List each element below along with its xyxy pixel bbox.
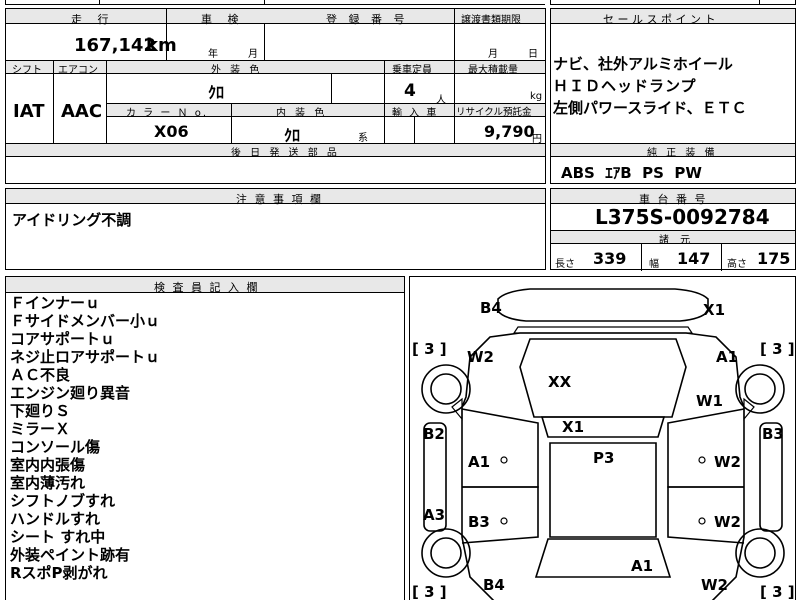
damage-code-w2-left: W2 bbox=[467, 348, 494, 366]
chassis-panel: 車 台 番 号 L375S-0092784 諸 元 長さ 339 幅 147 高… bbox=[550, 188, 796, 271]
inspector-lines: Ｆインナーｕ Ｆサイドメンバー小ｕ コアサポートｕ ネジ止ロアサポートｕ ＡＣ不… bbox=[10, 294, 160, 582]
inspector-remarks-panel: 検 査 員 記 入 欄 Ｆインナーｕ Ｆサイドメンバー小ｕ コアサポートｕ ネジ… bbox=[5, 276, 405, 600]
vehicle-info-grid: 走 行 車 検 登 録 番 号 譲渡書類期限 167,142 km 年 月 月 … bbox=[5, 8, 546, 184]
top-cutoff-strip bbox=[0, 0, 800, 6]
inspector-line: エンジン廻り異音 bbox=[10, 384, 131, 402]
damage-code-b4-top: B4 bbox=[480, 299, 502, 317]
later-parts-label: 後 日 発 送 部 品 bbox=[231, 148, 340, 159]
damage-code-p3: P3 bbox=[593, 449, 615, 467]
exterior-color-label: 外 装 色 bbox=[211, 65, 263, 76]
width-value: 147 bbox=[677, 249, 711, 268]
genuine-equipment-label: 純 正 装 備 bbox=[647, 148, 718, 159]
damage-code-b2: B2 bbox=[423, 425, 445, 443]
sales-point-line-1: ナビ、社外アルミホイール bbox=[553, 55, 733, 73]
damage-code-b3-left: B3 bbox=[468, 513, 490, 531]
caution-panel: 注 意 事 項 欄 アイドリング不調 bbox=[5, 188, 546, 270]
damage-code-a1-left: A1 bbox=[468, 453, 491, 471]
inspector-line: 室内薄汚れ bbox=[10, 474, 86, 492]
tire-mark-front-left: [ 3 ] bbox=[412, 340, 447, 358]
inspection-year-unit: 年 bbox=[208, 49, 218, 60]
inspector-line: RスポP剥がれ bbox=[10, 564, 108, 582]
tire-mark-rear-left: [ 3 ] bbox=[412, 583, 447, 600]
transfer-day-unit: 日 bbox=[528, 49, 538, 60]
caution-value: アイドリング不調 bbox=[12, 211, 132, 229]
chassis-value: L375S-0092784 bbox=[595, 205, 770, 229]
inspector-line: シート すれ中 bbox=[10, 528, 106, 546]
damage-code-x1-top: X1 bbox=[703, 301, 726, 319]
registration-label: 登 録 番 号 bbox=[326, 13, 409, 26]
inspector-line: 室内内張傷 bbox=[10, 456, 86, 474]
sales-point-line-3: 左側パワースライド、ＥＴＣ bbox=[553, 99, 747, 117]
caution-label: 注 意 事 項 欄 bbox=[236, 193, 323, 206]
inspector-line: シフトノブすれ bbox=[10, 492, 116, 510]
distance-unit: km bbox=[146, 35, 177, 56]
car-outline-drawing bbox=[421, 288, 785, 600]
inspector-line: コンソール傷 bbox=[10, 438, 101, 456]
damage-code-w1: W1 bbox=[696, 392, 723, 410]
car-condition-diagram: B4 X1 [ 3 ] [ 3 ] W2 A1 XX W1 X1 B2 B3 A… bbox=[409, 276, 796, 600]
tire-mark-rear-right: [ 3 ] bbox=[760, 583, 795, 600]
height-value: 175 bbox=[757, 249, 791, 268]
damage-code-a3: A3 bbox=[423, 506, 446, 524]
sales-points-panel: セ ー ル ス ポ イ ン ト ナビ、社外アルミホイール ＨＩＤヘッドランプ 左… bbox=[550, 8, 796, 184]
exterior-color-value: ｸﾛ bbox=[208, 83, 225, 102]
transfer-month-unit: 月 bbox=[488, 49, 498, 60]
inspector-line: ミラーＸ bbox=[10, 420, 71, 438]
damage-code-a1-right: A1 bbox=[716, 348, 739, 366]
sales-points-label: セ ー ル ス ポ イ ン ト bbox=[603, 13, 716, 26]
tire-mark-front-right: [ 3 ] bbox=[760, 340, 795, 358]
inspector-line: ネジ止ロアサポートｕ bbox=[10, 348, 161, 366]
aircon-value: AAC bbox=[61, 101, 103, 122]
damage-code-b4-bottom: B4 bbox=[483, 576, 505, 594]
inspector-line: ハンドルすれ bbox=[10, 510, 101, 528]
damage-code-w2-right-b: W2 bbox=[714, 513, 741, 531]
recycle-label: リサイクル預託金 bbox=[456, 107, 532, 118]
inspector-line: Ｆサイドメンバー小ｕ bbox=[10, 312, 161, 330]
capacity-label: 乗車定員 bbox=[392, 65, 432, 76]
inspector-line: Ｆインナーｕ bbox=[10, 294, 101, 312]
inspection-label: 車 検 bbox=[201, 13, 245, 26]
damage-code-xx: XX bbox=[548, 373, 572, 391]
inspector-line: 外装ペイント跡有 bbox=[10, 546, 131, 564]
interior-color-label: 内 装 色 bbox=[276, 108, 328, 119]
color-no-value: X06 bbox=[154, 122, 189, 141]
sales-point-line-2: ＨＩＤヘッドランプ bbox=[553, 77, 697, 95]
length-label: 長さ bbox=[555, 259, 575, 270]
damage-code-x1-mid: X1 bbox=[562, 418, 585, 436]
inspector-line: 下廻りＳ bbox=[10, 402, 71, 420]
distance-value: 167,142 bbox=[74, 35, 156, 56]
interior-color-suffix: 系 bbox=[358, 133, 368, 144]
damage-code-w2-bottom: W2 bbox=[701, 576, 728, 594]
max-load-unit: kg bbox=[530, 91, 543, 102]
inspector-line: ＡＣ不良 bbox=[10, 366, 71, 384]
height-label: 高さ bbox=[727, 259, 747, 270]
shift-value: IAT bbox=[13, 101, 45, 122]
inspector-line: コアサポートｕ bbox=[10, 330, 116, 348]
damage-code-b3-right: B3 bbox=[762, 425, 784, 443]
max-load-label: 最大積載量 bbox=[468, 65, 518, 76]
aircon-label: エアコン bbox=[58, 65, 98, 76]
import-label: 輸 入 車 bbox=[392, 108, 439, 119]
length-value: 339 bbox=[593, 249, 627, 268]
dimensions-label: 諸 元 bbox=[659, 235, 695, 246]
genuine-equipment-value: ABS ｴｱB PS PW bbox=[561, 164, 702, 182]
capacity-value: 4 bbox=[404, 81, 416, 101]
recycle-value: 9,790 bbox=[484, 122, 535, 141]
width-label: 幅 bbox=[649, 259, 659, 270]
distance-label: 走 行 bbox=[71, 13, 115, 26]
inspection-month-unit: 月 bbox=[248, 49, 258, 60]
damage-code-w2-right-a: W2 bbox=[714, 453, 741, 471]
inspector-label: 検 査 員 記 入 欄 bbox=[154, 281, 260, 294]
transfer-deadline-label: 譲渡書類期限 bbox=[461, 15, 521, 26]
color-no-label: カ ラ ー Ｎ ο. bbox=[126, 108, 209, 119]
shift-label: シフト bbox=[12, 65, 42, 76]
damage-code-a1-bottom: A1 bbox=[631, 557, 654, 575]
